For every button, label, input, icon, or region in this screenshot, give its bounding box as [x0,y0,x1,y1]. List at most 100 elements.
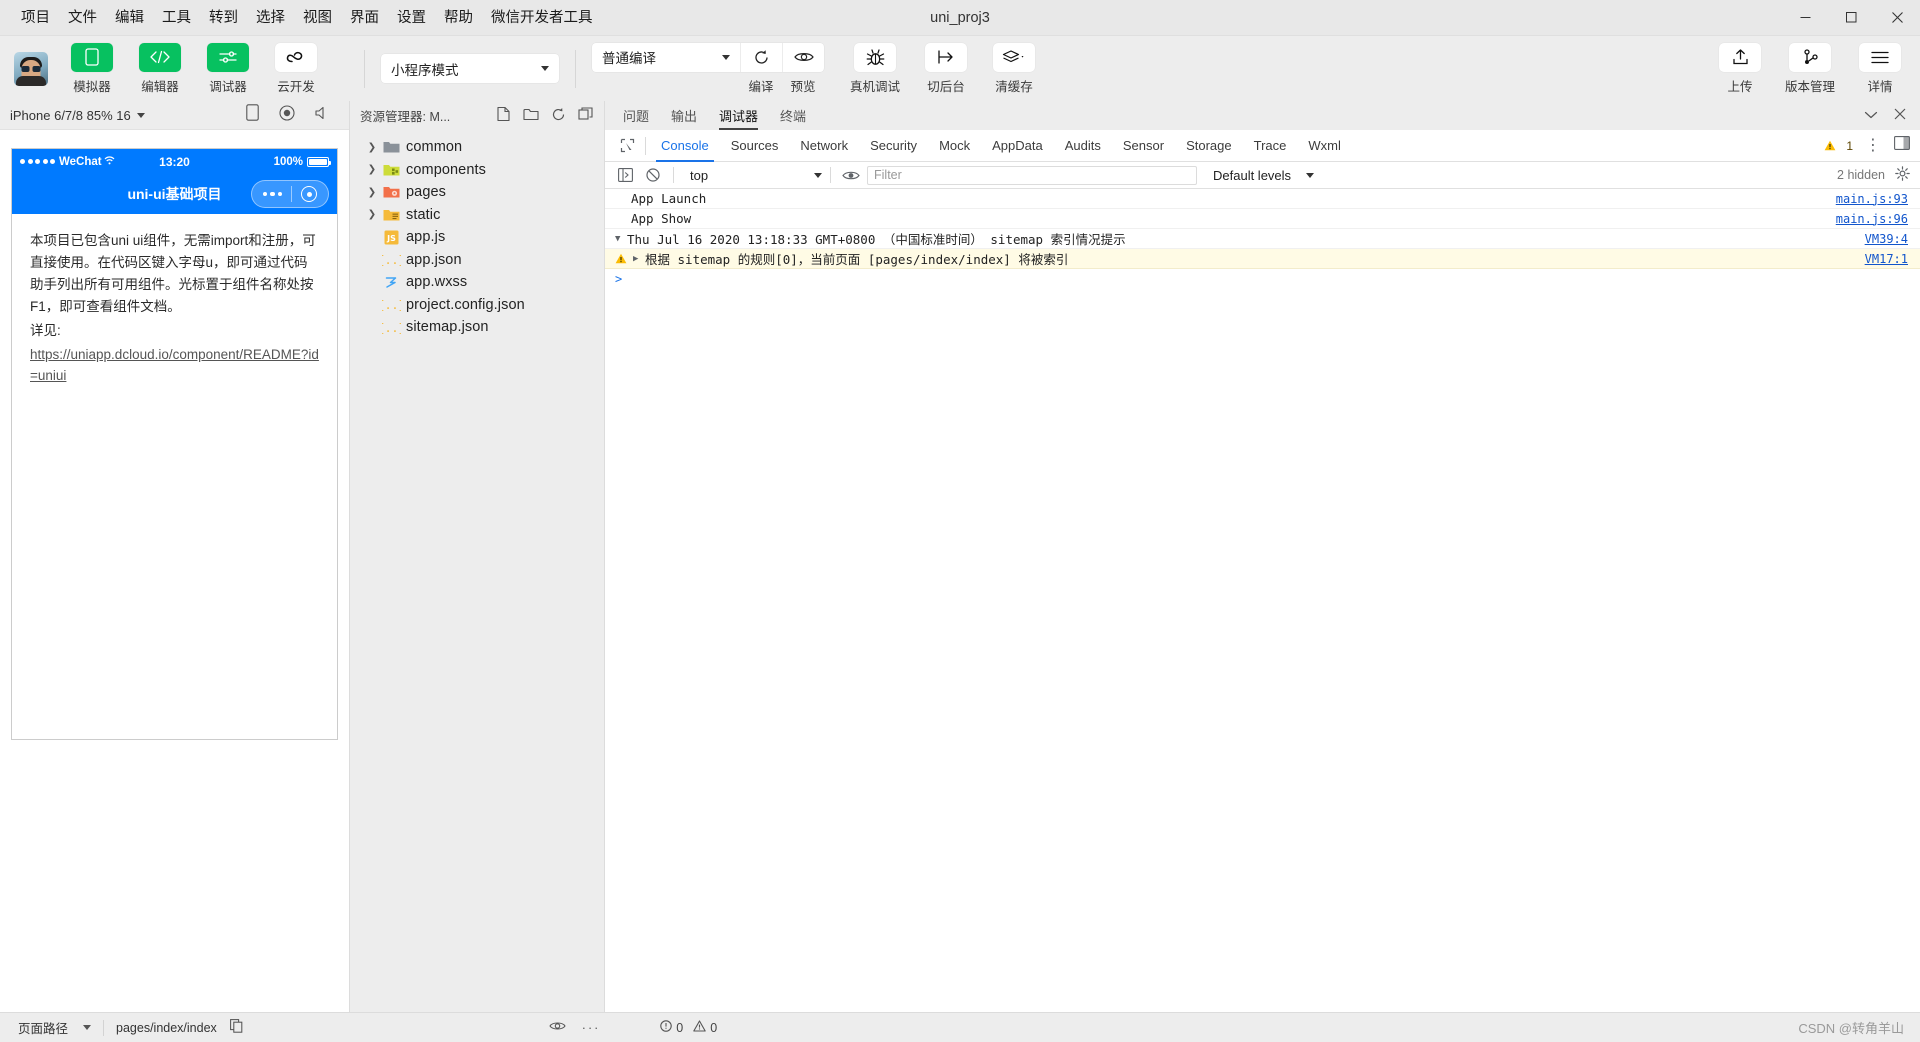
console-group-row[interactable]: ▼ Thu Jul 16 2020 13:18:33 GMT+0800 （中国标… [605,229,1920,249]
console-context-select[interactable]: top [682,168,822,183]
devtools-tab-storage[interactable]: Storage [1175,130,1243,162]
chevron-down-icon[interactable] [1864,107,1878,125]
console-log-source[interactable]: main.js:96 [1836,212,1920,226]
clear-console-icon[interactable] [641,164,665,186]
inspect-element-icon[interactable] [613,132,641,160]
menu-item-project[interactable]: 项目 [12,5,59,31]
chevron-right-icon[interactable]: ❯ [364,187,380,198]
devtools-tab-audits[interactable]: Audits [1054,130,1112,162]
sliders-icon [207,42,249,72]
preview-toggle[interactable] [541,1020,574,1035]
volume-icon[interactable] [315,106,331,125]
collapse-icon[interactable] [578,107,594,124]
chevron-right-icon[interactable]: ❯ [364,209,380,220]
toolbar-button-details[interactable]: 详情 [1854,42,1906,95]
toolbar-button-real-device-debug[interactable]: 真机调试 [846,42,904,95]
refresh-icon[interactable] [551,107,566,125]
toolbar-button-version-control[interactable]: 版本管理 [1780,42,1840,95]
toolbar-button-clear-cache[interactable]: 清缓存 [988,42,1040,95]
console-settings-icon[interactable] [1895,166,1910,184]
copy-icon[interactable] [229,1019,243,1036]
preview-button[interactable] [782,42,824,72]
close-icon[interactable] [1894,107,1906,125]
menu-item-help[interactable]: 帮助 [435,5,482,31]
console-filter-input[interactable]: Filter [867,165,1197,185]
tab-problems[interactable]: 问题 [623,101,649,130]
console-log-source[interactable]: VM39:4 [1865,232,1920,246]
devtools-tab-trace[interactable]: Trace [1243,130,1298,162]
maximize-button[interactable] [1828,0,1874,36]
devtools-tab-mock[interactable]: Mock [928,130,981,162]
chevron-right-icon[interactable]: ❯ [364,142,380,153]
chevron-down-icon[interactable]: ▼ [615,234,627,244]
console-log-source[interactable]: VM17:1 [1865,252,1920,266]
new-file-icon[interactable] [496,106,511,125]
more-options-icon[interactable]: ⋮ [1865,137,1882,153]
menu-item-settings[interactable]: 设置 [388,5,435,31]
menu-item-goto[interactable]: 转到 [200,5,247,31]
tree-item-app-js[interactable]: JS app.js [350,226,604,249]
tree-item-common[interactable]: ❯ common [350,136,604,159]
page-path-select[interactable]: 页面路径 [10,1018,99,1037]
tab-terminal[interactable]: 终端 [780,101,806,130]
project-mode-select[interactable]: 小程序模式 [381,54,559,83]
devtools-tab-console[interactable]: Console [650,130,720,162]
menu-item-ui[interactable]: 界面 [341,5,388,31]
console-warning-row[interactable]: ▶ 根据 sitemap 的规则[0]，当前页面 [pages/index/in… [605,249,1920,269]
devtools-tab-appdata[interactable]: AppData [981,130,1054,162]
tab-output[interactable]: 输出 [671,101,697,130]
compile-mode-select[interactable]: 普通编译 [592,43,740,72]
toolbar-button-simulator[interactable]: 模拟器 [66,42,118,95]
menu-item-view[interactable]: 视图 [294,5,341,31]
menu-item-file[interactable]: 文件 [59,5,106,31]
minimize-button[interactable] [1782,0,1828,36]
warning-count-item[interactable]: 0 [693,1020,717,1035]
device-select[interactable]: iPhone 6/7/8 85% 16 [10,108,145,123]
more-options-button[interactable]: ··· [574,1021,609,1035]
toolbar-button-upload[interactable]: 上传 [1714,42,1766,95]
menu-item-select[interactable]: 选择 [247,5,294,31]
wechat-capsule[interactable] [251,180,329,208]
tree-item-sitemap-json[interactable]: {..} sitemap.json [350,316,604,339]
toolbar-button-debugger[interactable]: 调试器 [202,42,254,95]
devtools-tab-security[interactable]: Security [859,130,928,162]
rotate-device-icon[interactable] [246,104,259,126]
console-prompt[interactable]: > [605,269,1920,289]
menu-item-tools[interactable]: 工具 [153,5,200,31]
user-avatar[interactable] [14,51,48,86]
close-button[interactable] [1874,0,1920,36]
console-output[interactable]: App Launch main.js:93 App Show main.js:9… [605,189,1920,1012]
tree-item-app-wxss[interactable]: app.wxss [350,271,604,294]
console-log-source[interactable]: main.js:93 [1836,192,1920,206]
tree-item-project-config-json[interactable]: {..} project.config.json [350,294,604,317]
devtools-tab-sensor[interactable]: Sensor [1112,130,1175,162]
console-sidebar-toggle-icon[interactable] [613,164,637,186]
tree-item-pages[interactable]: ❯ pages [350,181,604,204]
console-levels-select[interactable]: Default levels [1213,168,1315,183]
new-folder-icon[interactable] [523,107,539,124]
uniui-readme-link[interactable]: https://uniapp.dcloud.io/component/READM… [30,344,319,386]
error-count-item[interactable]: 0 [660,1020,683,1035]
record-icon[interactable] [279,104,295,126]
chevron-right-icon[interactable]: ❯ [364,164,380,175]
page-path-value-item[interactable]: pages/index/index [108,1019,251,1036]
dock-side-icon[interactable] [1894,136,1910,155]
toolbar-button-background[interactable]: 切后台 [920,42,972,95]
compile-button[interactable] [740,42,782,72]
toolbar-button-editor[interactable]: 编辑器 [134,42,186,95]
tree-item-components[interactable]: ❯ components [350,159,604,182]
menu-item-devtools[interactable]: 微信开发者工具 [482,5,602,31]
toolbar-button-cloud[interactable]: 云开发 [270,42,322,95]
chevron-right-icon[interactable]: ▶ [633,254,645,264]
tree-item-app-json[interactable]: {..} app.json [350,249,604,272]
devtools-tab-sources[interactable]: Sources [720,130,790,162]
warning-count-badge[interactable]: 1 [1824,139,1853,153]
console-log-row[interactable]: App Show main.js:96 [605,209,1920,229]
devtools-tab-wxml[interactable]: Wxml [1297,130,1352,162]
console-log-row[interactable]: App Launch main.js:93 [605,189,1920,209]
tree-item-static[interactable]: ❯ static [350,204,604,227]
live-expression-icon[interactable] [839,164,863,186]
devtools-tab-network[interactable]: Network [789,130,859,162]
menu-item-edit[interactable]: 编辑 [106,5,153,31]
tab-debugger[interactable]: 调试器 [719,101,759,130]
